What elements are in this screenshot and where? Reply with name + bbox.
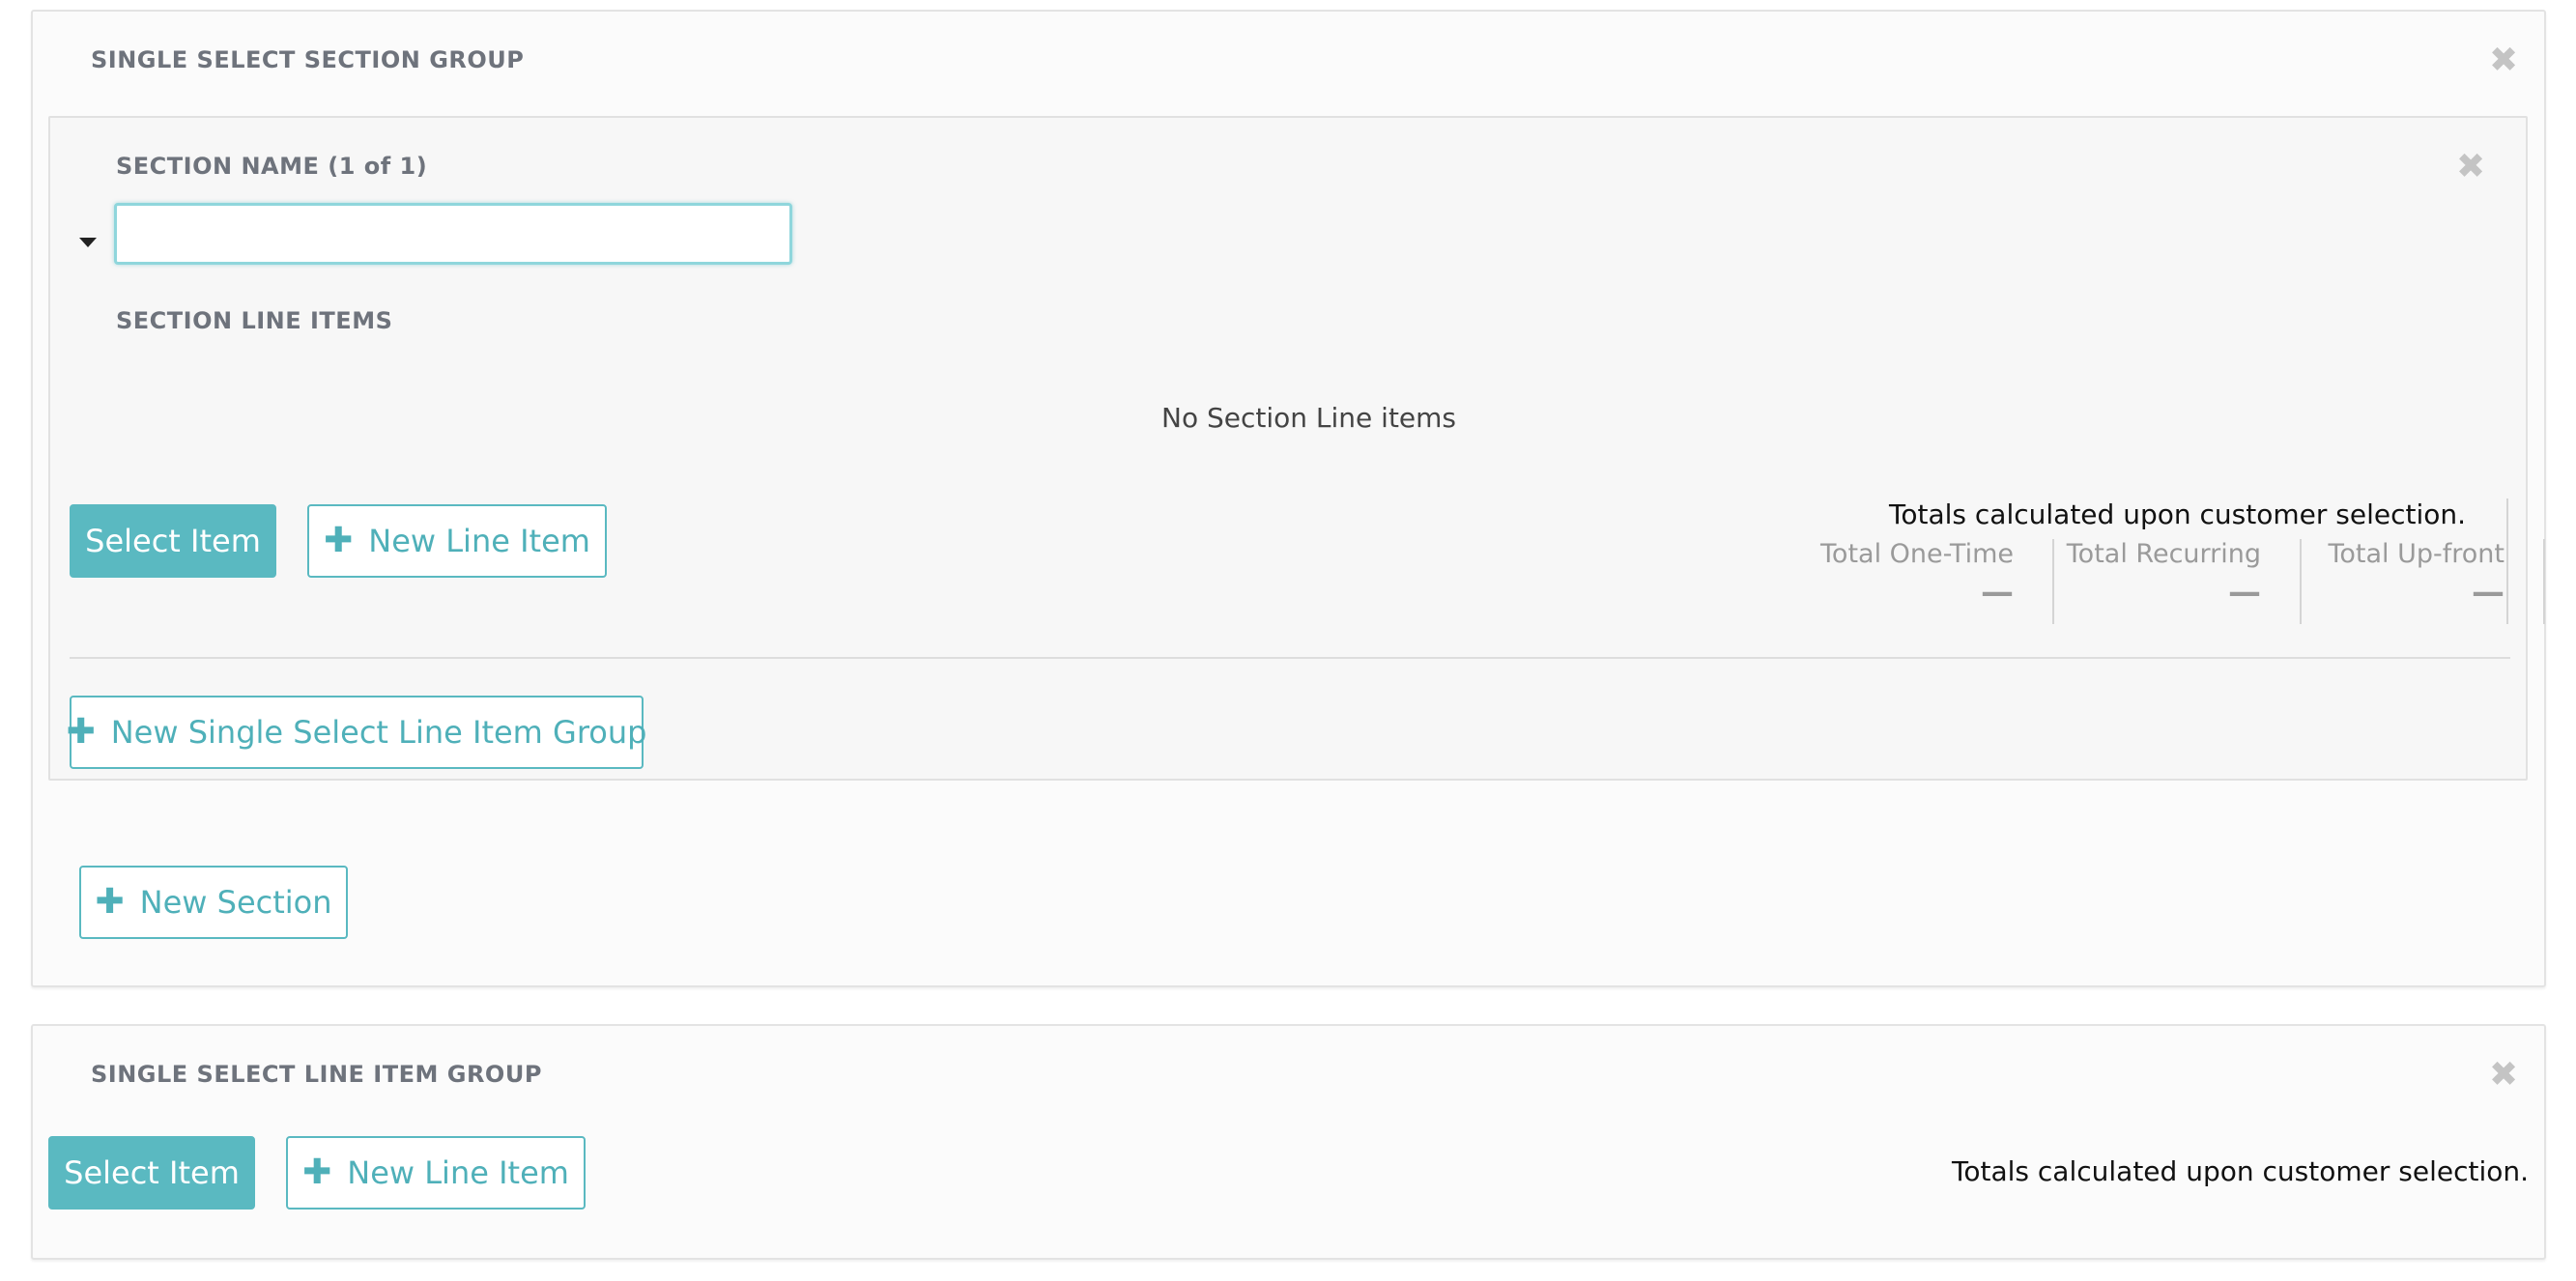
new-section-label: New Section: [139, 884, 332, 921]
total-one-time: Total One-Time —: [1780, 539, 2054, 624]
plus-icon: ✚: [324, 521, 354, 560]
section-group-panel: SINGLE SELECT SECTION GROUP ✖ SECTION NA…: [31, 10, 2546, 987]
totals-note: Totals calculated upon customer selectio…: [1952, 1155, 2529, 1187]
plus-icon: ✚: [302, 1153, 332, 1192]
total-recurring-value: —: [2228, 573, 2261, 612]
total-recurring-label: Total Recurring: [2066, 539, 2261, 569]
select-item-button[interactable]: Select Item: [70, 504, 276, 578]
section-panel: SECTION NAME (1 of 1) ✖ SECTION LINE ITE…: [48, 116, 2545, 781]
section-name-heading: SECTION NAME (1 of 1): [116, 153, 428, 180]
line-item-group-panel: SINGLE SELECT LINE ITEM GROUP ✖ Select I…: [31, 1024, 2546, 1260]
total-one-time-label: Total One-Time: [1820, 539, 2014, 569]
line-item-group-close-icon[interactable]: ✖: [2489, 1058, 2518, 1093]
select-item-label: Select Item: [64, 1154, 240, 1191]
empty-line-items-message: No Section Line items: [1161, 402, 1457, 434]
select-item-label: Select Item: [85, 523, 261, 559]
new-single-select-line-item-group-label: New Single Select Line Item Group: [110, 714, 647, 751]
totals-note: Totals calculated upon customer selectio…: [1889, 498, 2466, 530]
total-one-time-value: —: [1981, 573, 2014, 612]
caret-down-icon[interactable]: [79, 238, 97, 247]
line-item-group-heading: SINGLE SELECT LINE ITEM GROUP: [91, 1061, 542, 1088]
section-name-input[interactable]: [114, 203, 792, 265]
new-section-button[interactable]: ✚ New Section: [79, 866, 348, 939]
totals-left-border: [2506, 498, 2508, 624]
plus-icon: ✚: [66, 712, 96, 752]
section-group-heading: SINGLE SELECT SECTION GROUP: [91, 46, 525, 73]
new-line-item-button[interactable]: ✚ New Line Item: [307, 504, 607, 578]
new-line-item-label: New Line Item: [347, 1154, 569, 1191]
plus-icon: ✚: [95, 882, 125, 922]
total-recurring: Total Recurring —: [2054, 539, 2302, 624]
section-line-items-heading: SECTION LINE ITEMS: [116, 307, 393, 334]
section-close-icon[interactable]: ✖: [2456, 150, 2485, 185]
section-group-close-icon[interactable]: ✖: [2489, 43, 2518, 78]
new-single-select-line-item-group-button[interactable]: ✚ New Single Select Line Item Group: [66, 696, 647, 769]
select-item-button[interactable]: Select Item: [48, 1136, 255, 1210]
total-up-front-value: —: [2472, 573, 2504, 612]
new-line-item-button[interactable]: ✚ New Line Item: [286, 1136, 586, 1210]
section-divider: [70, 657, 2510, 659]
total-up-front-label: Total Up-front: [2328, 539, 2504, 569]
new-line-item-label: New Line Item: [368, 523, 590, 559]
total-up-front: Total Up-front —: [2302, 539, 2545, 624]
